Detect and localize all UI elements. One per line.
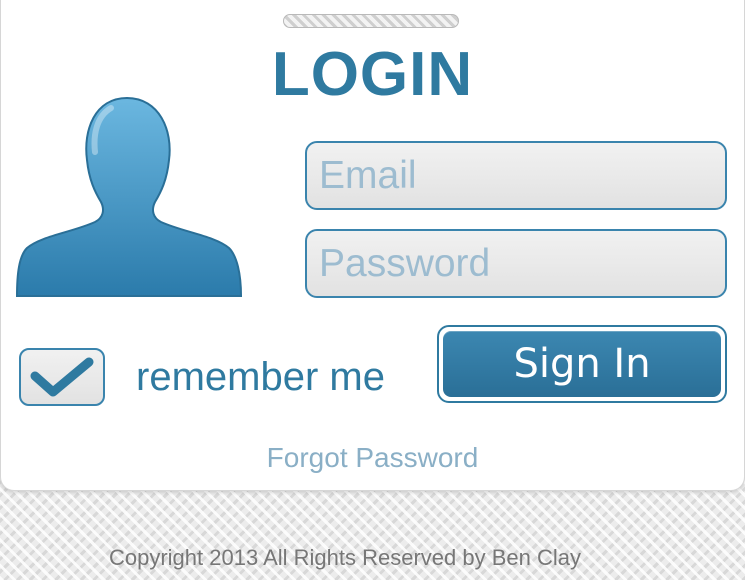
password-field[interactable]: [305, 229, 727, 298]
checkmark-icon: [30, 357, 94, 397]
user-silhouette-icon: [15, 96, 243, 297]
remember-me-checkbox[interactable]: [19, 348, 105, 406]
sign-in-button[interactable]: Sign In: [437, 325, 727, 403]
login-card: LOGIN remember me Sign In Forgot Passwor…: [0, 0, 745, 491]
remember-me-label[interactable]: remember me: [136, 352, 385, 402]
badge-slot: [283, 14, 459, 28]
email-field[interactable]: [305, 141, 727, 210]
copyright-text: Copyright 2013 All Rights Reserved by Be…: [108, 545, 582, 570]
sign-in-label: Sign In: [443, 331, 721, 397]
forgot-password-link[interactable]: Forgot Password: [1, 440, 744, 476]
